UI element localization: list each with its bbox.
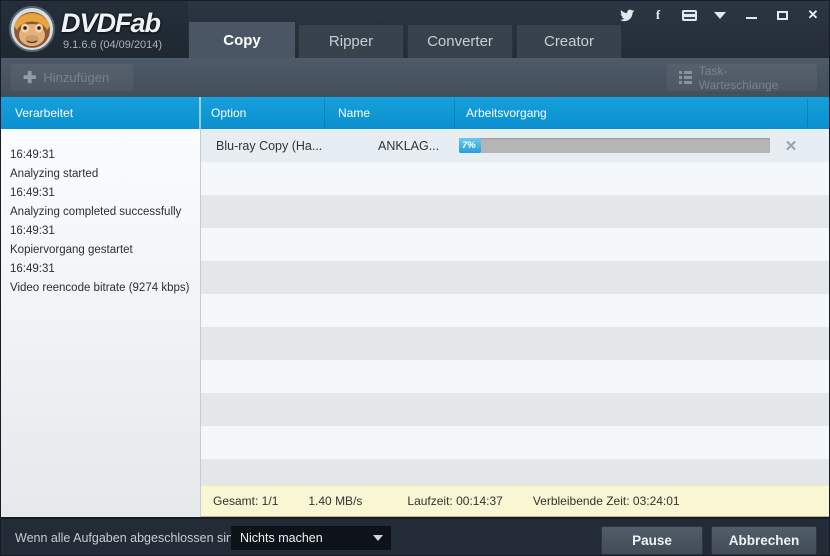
log-line: 16:49:31 [10, 187, 55, 199]
status-remaining: Verbleibende Zeit: 03:24:01 [532, 494, 680, 508]
task-queue-label: Task-Warteschlange [698, 63, 779, 92]
youtube-icon[interactable] [681, 8, 697, 22]
log-line: Analyzing completed successfully [10, 206, 182, 218]
mode-tabs: Copy Ripper Converter Creator [189, 22, 622, 58]
titlebar: DVDFab 9.1.6.6 (04/09/2014) Copy Ripper … [1, 1, 829, 58]
toolbar: ✚ Hinzufügen Task-Warteschlange [1, 58, 829, 97]
task-list-icon [679, 71, 692, 84]
row-option-cell: Blu-ray Copy (Ha... [216, 138, 323, 153]
add-button[interactable]: ✚ Hinzufügen [11, 64, 133, 91]
dvdfab-monkey-logo-icon [9, 6, 55, 52]
header-divider [199, 97, 201, 129]
empty-rows-stripes [201, 162, 829, 485]
twitter-icon[interactable] [619, 8, 635, 22]
log-line: 16:49:31 [10, 149, 55, 161]
after-tasks-label: Wenn alle Aufgaben abgeschlossen sind: [15, 531, 244, 545]
dropdown-caret-icon[interactable] [712, 8, 728, 22]
header-option: Option [211, 106, 247, 120]
plus-icon: ✚ [23, 69, 37, 87]
status-elapsed: Laufzeit: 00:14:37 [407, 494, 503, 508]
dvdfab-window: DVDFab 9.1.6.6 (04/09/2014) Copy Ripper … [0, 0, 830, 556]
status-bar: Gesamt: 1/1 1.40 MB/s Laufzeit: 00:14:37… [201, 485, 829, 517]
grid-header: Verarbeitet Option Name Arbeitsvorgang [1, 97, 829, 129]
titlebar-icons [604, 6, 821, 24]
tab-converter[interactable]: Converter [407, 24, 513, 58]
app-title: DVDFab [61, 8, 161, 38]
logo-block: DVDFab 9.1.6.6 (04/09/2014) [1, 1, 188, 58]
cancel-button[interactable]: Abbrechen [711, 526, 817, 555]
chevron-down-icon [373, 535, 383, 541]
status-total: Gesamt: 1/1 [213, 494, 279, 508]
header-divider [324, 99, 325, 127]
app-version: 9.1.6.6 (04/09/2014) [63, 39, 163, 51]
header-name: Name [338, 106, 371, 120]
status-speed: 1.40 MB/s [308, 494, 363, 508]
header-processed: Verarbeitet [15, 106, 74, 120]
task-queue-button[interactable]: Task-Warteschlange [667, 63, 817, 92]
table-row[interactable]: Blu-ray Copy (Ha... ANKLAG... 7% ✕ [201, 129, 829, 162]
pause-button[interactable]: Pause [601, 526, 703, 555]
tab-copy[interactable]: Copy [189, 22, 295, 58]
row-cancel-icon[interactable]: ✕ [781, 136, 801, 156]
add-button-label: Hinzufügen [43, 70, 110, 85]
progress-fill: 7% [459, 138, 481, 153]
log-line: 16:49:31 [10, 263, 55, 275]
close-icon[interactable] [805, 8, 821, 22]
tab-creator[interactable]: Creator [516, 24, 622, 58]
dropdown-value: Nichts machen [240, 531, 323, 545]
log-line: Kopiervorgang gestartet [10, 244, 133, 256]
header-divider [454, 99, 455, 127]
maximize-icon[interactable] [774, 8, 790, 22]
header-operation: Arbeitsvorgang [466, 106, 547, 120]
after-tasks-dropdown[interactable]: Nichts machen [231, 526, 391, 550]
task-table: Blu-ray Copy (Ha... ANKLAG... 7% ✕ [201, 129, 829, 485]
log-line: Analyzing started [10, 168, 99, 180]
bottom-bar: Wenn alle Aufgaben abgeschlossen sind: N… [1, 517, 829, 555]
facebook-icon[interactable] [650, 8, 666, 22]
tab-ripper[interactable]: Ripper [298, 24, 404, 58]
log-panel: 16:49:31 Analyzing started 16:49:31 Anal… [1, 129, 201, 517]
log-line: Video reencode bitrate (9274 kbps) [10, 282, 190, 294]
log-line: 16:49:31 [10, 225, 55, 237]
minimize-icon[interactable] [743, 8, 759, 22]
row-name-cell: ANKLAG... [378, 138, 440, 153]
header-divider [807, 99, 808, 127]
progress-bar: 7% [459, 138, 770, 153]
